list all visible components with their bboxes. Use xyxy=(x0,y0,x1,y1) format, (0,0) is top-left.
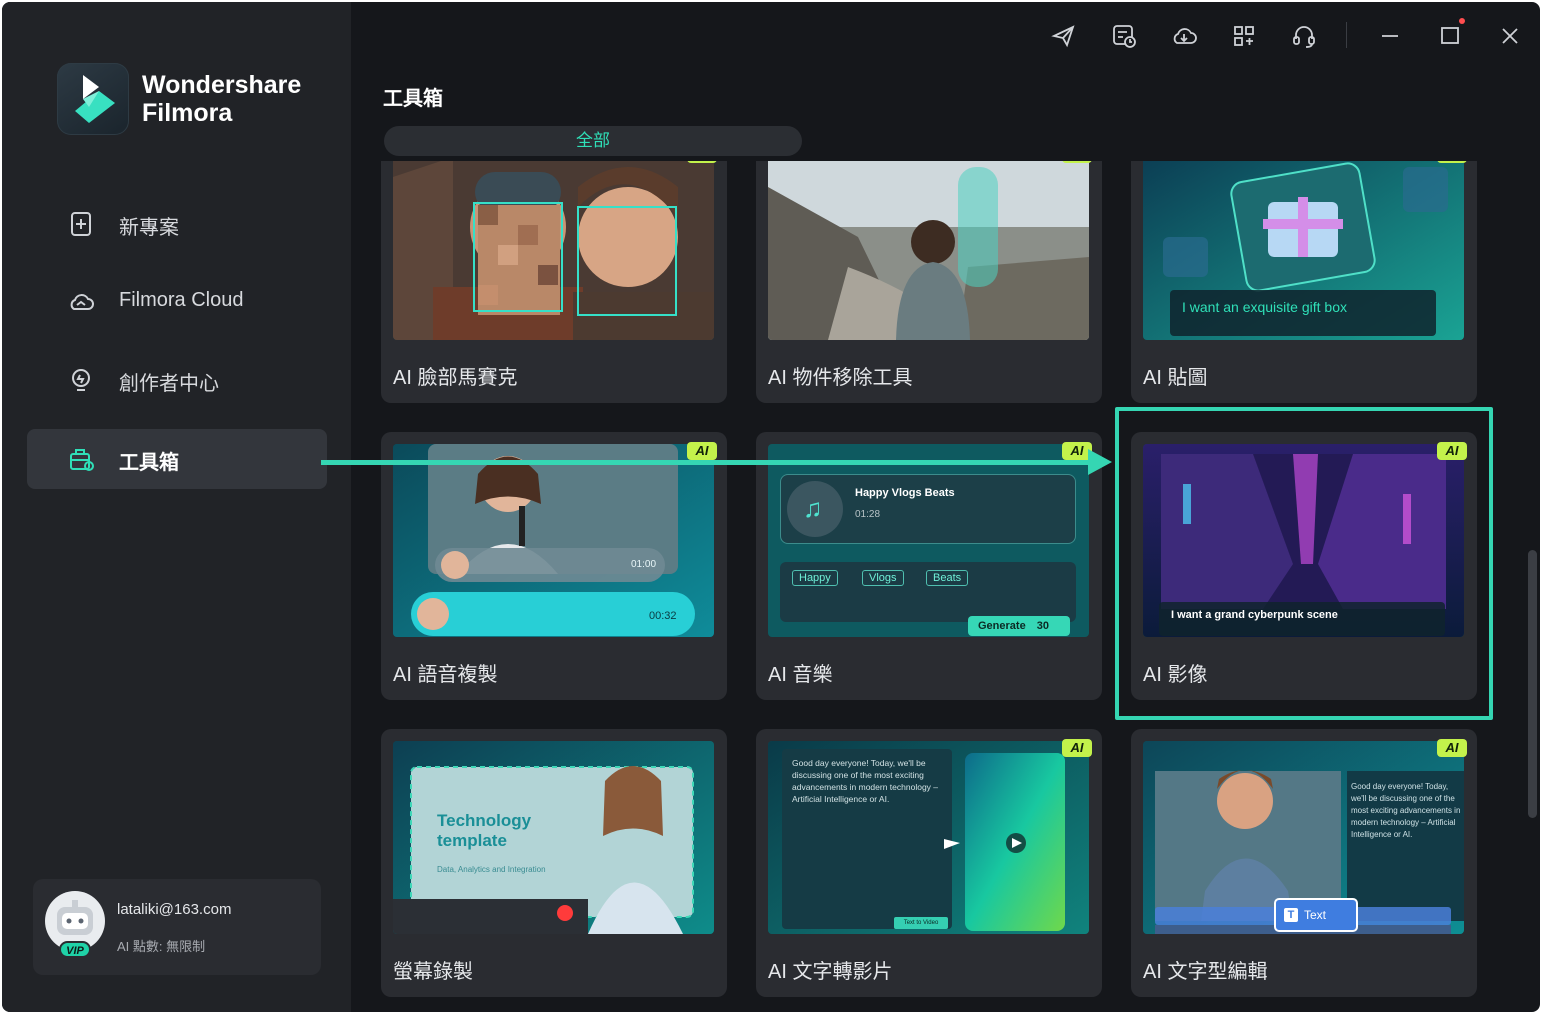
music-tag: Vlogs xyxy=(862,570,904,586)
ai-badge: AI xyxy=(1062,161,1092,163)
music-note-icon: ♫ xyxy=(787,481,843,537)
sidebar-item-label: 新專案 xyxy=(119,217,179,239)
ai-badge: AI xyxy=(1062,739,1092,757)
headset-support-icon[interactable] xyxy=(1290,22,1318,50)
sidebar-item-filmora-cloud[interactable]: Filmora Cloud xyxy=(27,272,327,332)
prompt-input-preview: I want an exquisite gift box xyxy=(1170,290,1436,336)
send-icon[interactable] xyxy=(1050,22,1078,50)
text-clip-chip: T Text xyxy=(1274,898,1358,932)
brand-line-2: Filmora xyxy=(142,99,233,127)
template-title: Technology template xyxy=(437,811,532,850)
topbar-divider xyxy=(1346,22,1347,48)
vip-badge: VIP xyxy=(59,941,91,958)
tool-card-title: AI 臉部馬賽克 xyxy=(393,367,518,389)
filmora-logo xyxy=(57,63,129,135)
task-history-icon[interactable] xyxy=(1110,22,1138,50)
ai-badge: AI xyxy=(1437,739,1467,757)
generate-button: Generate 30 xyxy=(968,616,1070,636)
tool-card-title: AI 語音複製 xyxy=(393,664,498,686)
lightbulb-icon xyxy=(72,369,90,391)
card-thumbnail: Technology template Data, Analytics and … xyxy=(393,741,714,934)
tool-card-ai-music[interactable]: ♫ Happy Vlogs Beats 01:28 Happy Vlogs Be… xyxy=(756,432,1102,700)
card-thumbnail: I want a grand cyberpunk scene xyxy=(1143,444,1464,637)
generate-label: Generate xyxy=(978,620,1026,632)
cloud-icon xyxy=(70,294,94,310)
close-icon[interactable] xyxy=(1496,22,1524,50)
text-to-video-button: Text to Video xyxy=(894,917,948,929)
sidebar-item-label: 工具箱 xyxy=(119,452,179,474)
page-title: 工具箱 xyxy=(383,88,443,110)
tool-card-ai-text-based-editing[interactable]: Good day everyone! Today, we'll be discu… xyxy=(1131,729,1477,997)
tool-card-ai-voice-clone[interactable]: 01:00 00:32 AI AI 語音複製 xyxy=(381,432,727,700)
ai-credits-status: AI 點數: 無限制 xyxy=(117,939,206,954)
add-project-icon xyxy=(71,212,91,236)
pixelated-face xyxy=(478,205,560,315)
sidebar-item-label: 創作者中心 xyxy=(119,373,219,395)
toolbox-icon xyxy=(70,449,94,471)
card-thumbnail: Good day everyone! Today, we'll be discu… xyxy=(1143,741,1464,934)
apps-grid-icon[interactable] xyxy=(1230,22,1258,50)
card-thumbnail: ♫ Happy Vlogs Beats 01:28 Happy Vlogs Be… xyxy=(768,444,1089,637)
text-icon: T xyxy=(1284,908,1298,922)
ai-badge: AI xyxy=(1437,161,1467,163)
ai-badge: AI xyxy=(687,161,717,163)
card-thumbnail xyxy=(768,161,1089,340)
sidebar-item-toolbox[interactable]: 工具箱 xyxy=(27,429,327,489)
template-subtitle: Data, Analytics and Integration xyxy=(437,865,546,874)
tutorial-arrow-head xyxy=(1088,449,1112,475)
transcript-text: Good day everyone! Today, we'll be discu… xyxy=(1351,782,1461,839)
sidebar-item-creator-center[interactable]: 創作者中心 xyxy=(27,350,327,410)
tab-all[interactable]: 全部 xyxy=(384,126,802,156)
track-time: 01:28 xyxy=(855,509,881,520)
music-tag: Beats xyxy=(926,570,969,586)
tool-card-ai-object-remover[interactable]: AI AI 物件移除工具 xyxy=(756,161,1102,403)
tool-card-title: AI 物件移除工具 xyxy=(768,367,913,389)
sidebar-item-label: Filmora Cloud xyxy=(119,289,244,311)
tool-card-title: AI 貼圖 xyxy=(1143,367,1208,389)
notification-dot xyxy=(1459,18,1465,24)
sample-script-text: Good day everyone! Today, we'll be discu… xyxy=(792,758,939,804)
user-account-card[interactable]: VIP lataliki@163.com AI 點數: 無限制 xyxy=(33,879,321,975)
tool-card-screen-recorder[interactable]: Technology template Data, Analytics and … xyxy=(381,729,727,997)
grid-scrollbar[interactable] xyxy=(1528,550,1537,818)
card-thumbnail: I want an exquisite gift box xyxy=(1143,161,1464,340)
card-thumbnail xyxy=(393,161,714,340)
sidebar: Wondershare Filmora 新專案 Filmora Cloud 創作… xyxy=(2,2,351,1012)
tutorial-arrow xyxy=(321,460,1093,465)
clip-time: 00:32 xyxy=(649,610,677,622)
app-window: Wondershare Filmora 新專案 Filmora Cloud 創作… xyxy=(2,2,1540,1012)
tool-card-ai-face-mosaic[interactable]: AI AI 臉部馬賽克 xyxy=(381,161,727,403)
ai-badge: AI xyxy=(687,442,717,460)
tool-card-title: AI 文字型編輯 xyxy=(1143,961,1268,983)
prompt-input-preview: I want a grand cyberpunk scene xyxy=(1159,602,1445,636)
sidebar-item-new-project[interactable]: 新專案 xyxy=(27,194,327,254)
tool-card-ai-image[interactable]: I want a grand cyberpunk scene AI AI 影像 xyxy=(1131,432,1477,700)
maximize-icon[interactable] xyxy=(1436,22,1464,50)
generate-credits: 30 xyxy=(1036,620,1050,632)
music-track-panel: ♫ Happy Vlogs Beats 01:28 xyxy=(780,474,1076,544)
tool-card-title: AI 影像 xyxy=(1143,664,1208,686)
cloud-download-icon[interactable] xyxy=(1170,22,1198,50)
music-tag: Happy xyxy=(792,570,838,586)
tool-card-title: 螢幕錄製 xyxy=(393,961,473,983)
user-email: lataliki@163.com xyxy=(117,901,232,918)
tool-card-ai-sticker[interactable]: I want an exquisite gift box AI AI 貼圖 xyxy=(1131,161,1477,403)
tool-card-title: AI 音樂 xyxy=(768,664,833,686)
tool-card-ai-text-to-video[interactable]: Good day everyone! Today, we'll be discu… xyxy=(756,729,1102,997)
text-chip-label: Text xyxy=(1304,908,1327,922)
ai-badge: AI xyxy=(1437,442,1467,460)
brand-name: Wondershare Filmora xyxy=(142,71,301,127)
clip-time: 01:00 xyxy=(631,559,657,570)
brand-line-1: Wondershare xyxy=(142,71,302,99)
track-title: Happy Vlogs Beats xyxy=(855,487,955,499)
tool-card-title: AI 文字轉影片 xyxy=(768,961,893,983)
card-thumbnail: 01:00 00:32 xyxy=(393,444,714,637)
music-prompt-panel: Happy Vlogs Beats xyxy=(780,562,1076,622)
card-thumbnail: Good day everyone! Today, we'll be discu… xyxy=(768,741,1089,934)
toolbox-grid: AI AI 臉部馬賽克 AI AI 物件移除工具 xyxy=(367,161,1517,1012)
minimize-icon[interactable] xyxy=(1376,22,1404,50)
